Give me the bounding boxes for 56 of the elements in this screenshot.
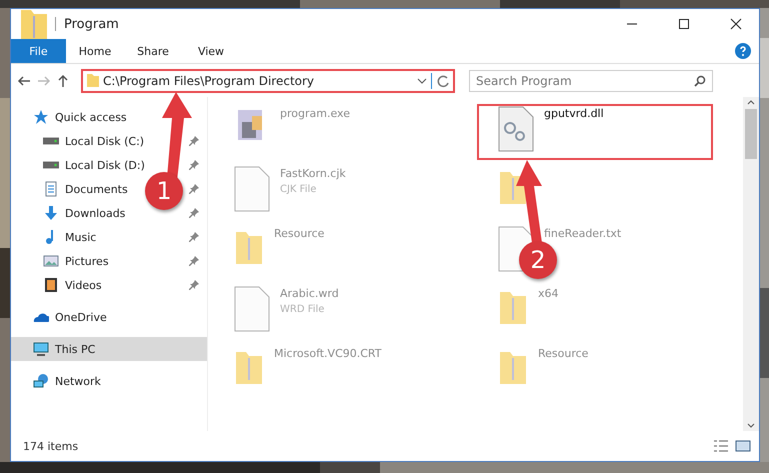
pin-icon[interactable] — [189, 208, 199, 218]
nav-item[interactable]: Quick access — [55, 110, 127, 124]
scroll-up-icon[interactable] — [747, 99, 755, 105]
nav-label: This PC — [55, 342, 96, 356]
network-icon — [33, 373, 49, 389]
nav-item[interactable]: Documents — [65, 182, 128, 196]
ribbon-tab[interactable]: Share — [124, 39, 182, 63]
large-icons-view-icon[interactable] — [735, 439, 751, 453]
maximize-icon — [678, 18, 690, 30]
window-title: Program — [64, 16, 120, 32]
nav-item[interactable]: Local Disk (D:) — [65, 158, 145, 172]
nav-item[interactable]: Videos — [65, 278, 102, 292]
file-type: CJK File — [280, 184, 318, 195]
pin-icon[interactable] — [189, 256, 199, 266]
back-arrow-icon[interactable] — [17, 74, 31, 86]
folder-icon — [87, 74, 99, 87]
file-icon — [234, 286, 270, 332]
scrollbar[interactable] — [743, 97, 759, 431]
address-bar[interactable]: C:\Program Files\Program Directory — [81, 68, 455, 92]
star-icon — [33, 109, 49, 125]
picture-icon — [43, 253, 59, 269]
search-icon — [694, 74, 706, 86]
nav-item[interactable]: OneDrive — [55, 310, 107, 324]
file-name[interactable]: gputvrd.dll — [544, 107, 604, 120]
file-icon — [234, 166, 270, 212]
file-type: WRD File — [280, 304, 326, 315]
monitor-icon — [33, 341, 49, 357]
film-icon — [43, 277, 59, 293]
up-arrow-icon[interactable] — [57, 74, 69, 88]
nav-item[interactable]: Pictures — [65, 254, 109, 268]
nav-item[interactable]: Downloads — [65, 206, 126, 220]
document-icon — [43, 181, 59, 197]
close-icon — [730, 18, 742, 30]
drive-icon — [43, 161, 59, 169]
download-arrow-icon — [43, 205, 59, 221]
caret-icon[interactable] — [417, 78, 427, 84]
ribbon-tab[interactable]: View — [182, 39, 240, 63]
search-field[interactable]: Search Program — [469, 70, 713, 92]
pin-icon[interactable] — [189, 160, 199, 170]
scroll-down-icon[interactable] — [747, 423, 755, 429]
nav-item[interactable]: Local Disk (C:) — [65, 134, 144, 148]
drive-icon — [43, 137, 59, 145]
pin-icon[interactable] — [189, 280, 199, 290]
ribbon-tab[interactable]: File — [11, 39, 66, 63]
nav-item[interactable]: Network — [55, 374, 101, 388]
help-icon[interactable] — [735, 43, 751, 59]
gear-file-icon — [498, 106, 534, 152]
pin-icon[interactable] — [189, 184, 199, 194]
pin-icon[interactable] — [189, 232, 199, 242]
nav-item[interactable]: Music — [65, 230, 96, 244]
ribbon-tab[interactable]: Home — [66, 39, 124, 63]
item-count: 174 items — [23, 440, 80, 452]
nav-item[interactable]: This PC — [11, 337, 207, 361]
pin-icon[interactable] — [189, 136, 199, 146]
details-view-icon[interactable] — [713, 439, 729, 453]
scrollbar-thumb[interactable] — [745, 109, 757, 159]
